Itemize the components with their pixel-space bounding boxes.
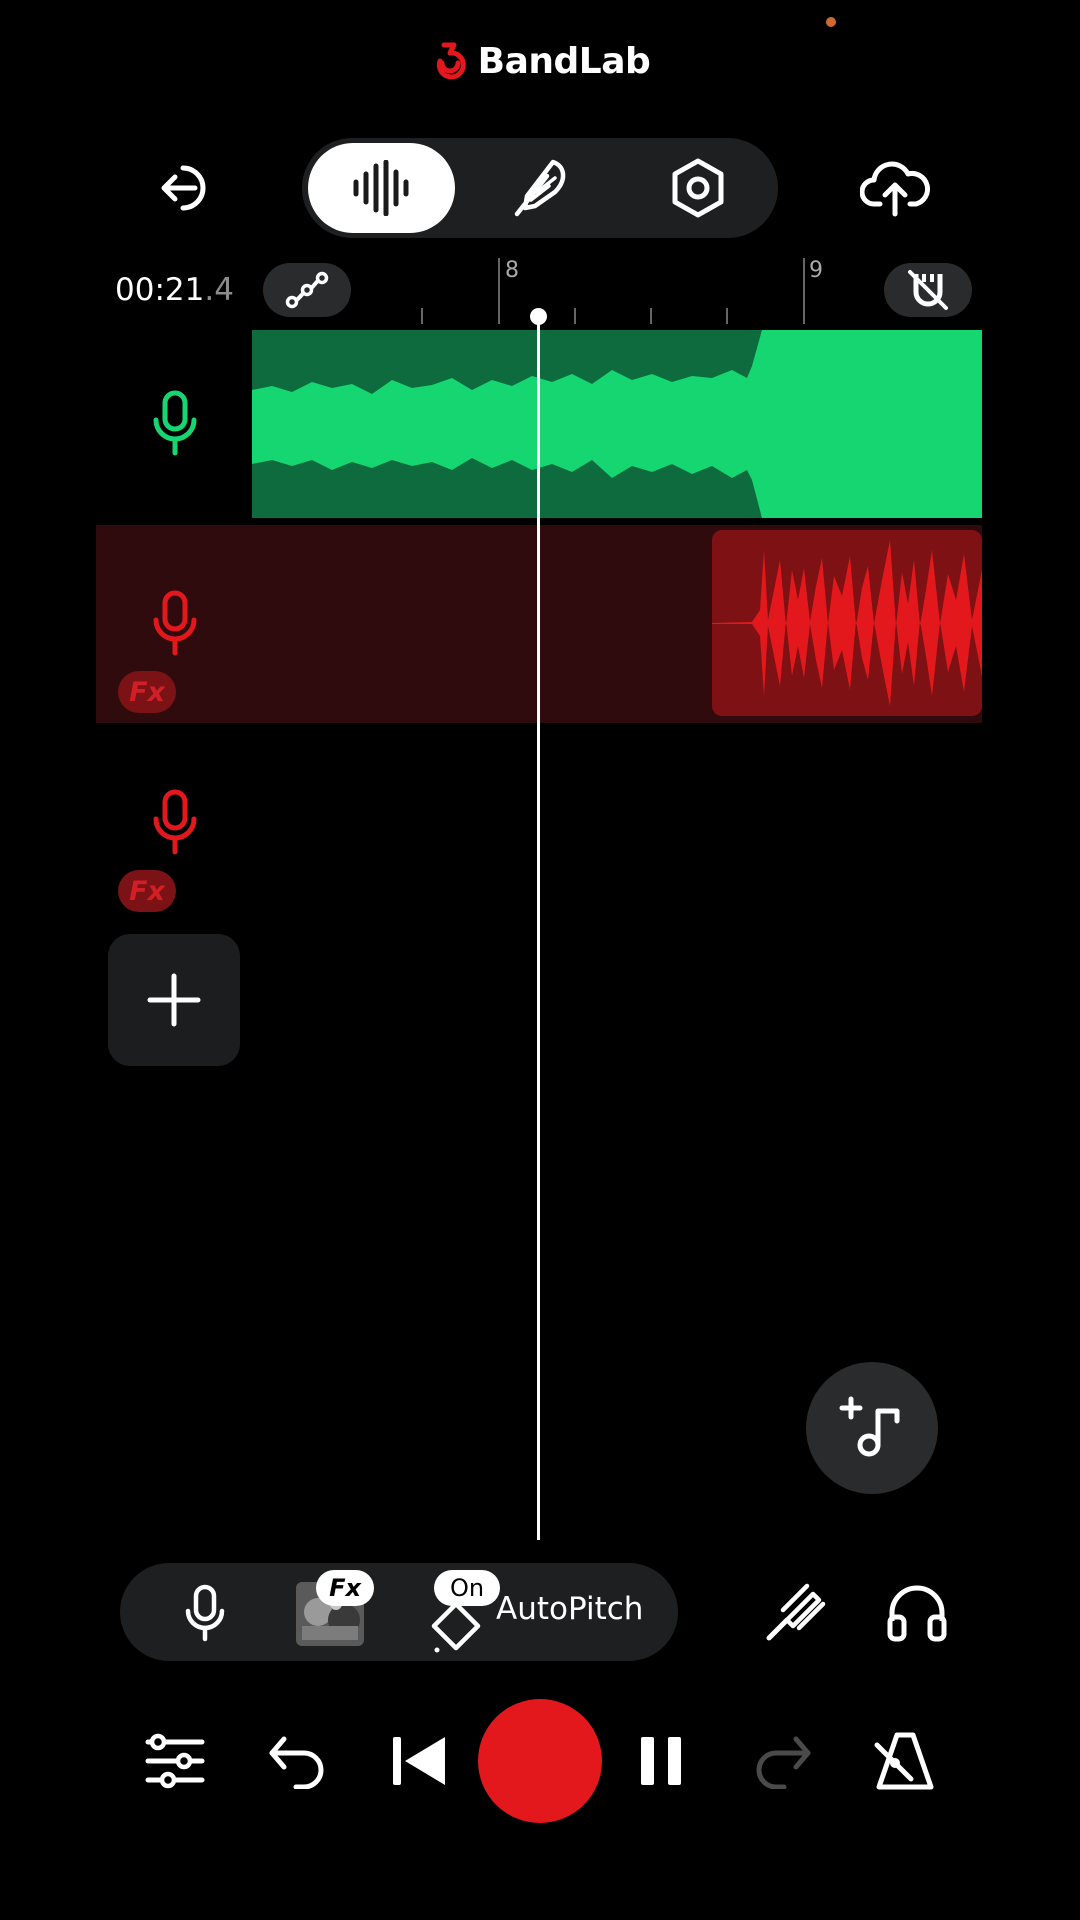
- autopitch-on-badge: On: [434, 1570, 500, 1606]
- add-track-button[interactable]: [108, 934, 240, 1066]
- magnet-off-icon: [908, 270, 948, 310]
- input-mic-button[interactable]: [160, 1575, 250, 1651]
- record-button[interactable]: [478, 1699, 602, 1823]
- plus-icon: [147, 973, 201, 1027]
- redo-button[interactable]: [738, 1716, 828, 1806]
- pause-button[interactable]: [616, 1716, 706, 1806]
- rewind-button[interactable]: [374, 1716, 464, 1806]
- autopitch-icon-wrap: [428, 1598, 484, 1654]
- time-fraction: .4: [204, 272, 234, 308]
- app-logo: BandLab: [0, 36, 1080, 86]
- add-loop-button[interactable]: [806, 1362, 938, 1494]
- tuning-fork-icon: [766, 1583, 826, 1641]
- track-3-header[interactable]: [135, 782, 215, 862]
- add-music-note-icon: [839, 1396, 900, 1457]
- mixer-sliders-icon: [145, 1733, 205, 1789]
- playhead-handle[interactable]: [530, 308, 547, 325]
- time-main: 00:21: [115, 272, 205, 308]
- exit-icon: [161, 165, 206, 211]
- snap-toggle[interactable]: [884, 263, 972, 317]
- skip-to-start-icon: [393, 1737, 445, 1785]
- metronome-icon: [874, 1732, 934, 1790]
- tab-studio[interactable]: [308, 143, 455, 233]
- bar-marker-9: 9: [809, 258, 823, 283]
- track-1-header[interactable]: [135, 383, 215, 463]
- track-2-clip[interactable]: [712, 530, 982, 716]
- microphone-icon: [185, 1584, 225, 1642]
- track-1-clip[interactable]: [252, 330, 982, 518]
- tab-lyrics[interactable]: [494, 143, 584, 233]
- tuner-button[interactable]: [750, 1567, 840, 1657]
- mixer-button[interactable]: [130, 1716, 220, 1806]
- track-3-fx-badge[interactable]: Fx: [118, 870, 176, 912]
- autopitch-button[interactable]: AutoPitch: [496, 1591, 643, 1627]
- autopitch-diamond-icon: [431, 1601, 481, 1653]
- headphones-icon: [887, 1585, 947, 1642]
- notification-dot: [826, 17, 836, 27]
- undo-icon: [269, 1736, 324, 1789]
- microphone-icon: [153, 789, 197, 855]
- track-2-fx-badge[interactable]: Fx: [118, 671, 176, 713]
- studio-waveform-icon: [353, 160, 408, 216]
- track-2-header[interactable]: [135, 583, 215, 663]
- bar-marker-8: 8: [505, 258, 519, 283]
- feather-icon: [514, 159, 566, 217]
- time-display: 00:21.4: [115, 272, 234, 308]
- metronome-button[interactable]: [860, 1716, 950, 1806]
- playhead[interactable]: [537, 316, 540, 1540]
- undo-button[interactable]: [252, 1716, 342, 1806]
- exit-button[interactable]: [140, 143, 230, 233]
- monitor-button[interactable]: [872, 1567, 962, 1657]
- redo-icon: [756, 1736, 811, 1789]
- pause-icon: [641, 1737, 681, 1785]
- settings-hex-icon: [672, 158, 724, 218]
- cloud-upload-icon: [860, 161, 930, 217]
- bandlab-logo-icon: [436, 42, 466, 80]
- microphone-icon: [153, 590, 197, 656]
- fx-badge: Fx: [316, 1570, 374, 1606]
- upload-button[interactable]: [850, 143, 940, 233]
- tab-settings[interactable]: [653, 143, 743, 233]
- automation-curve-icon: [285, 271, 329, 309]
- app-title: BandLab: [477, 40, 651, 82]
- automation-button[interactable]: [263, 263, 351, 317]
- microphone-icon: [153, 390, 197, 456]
